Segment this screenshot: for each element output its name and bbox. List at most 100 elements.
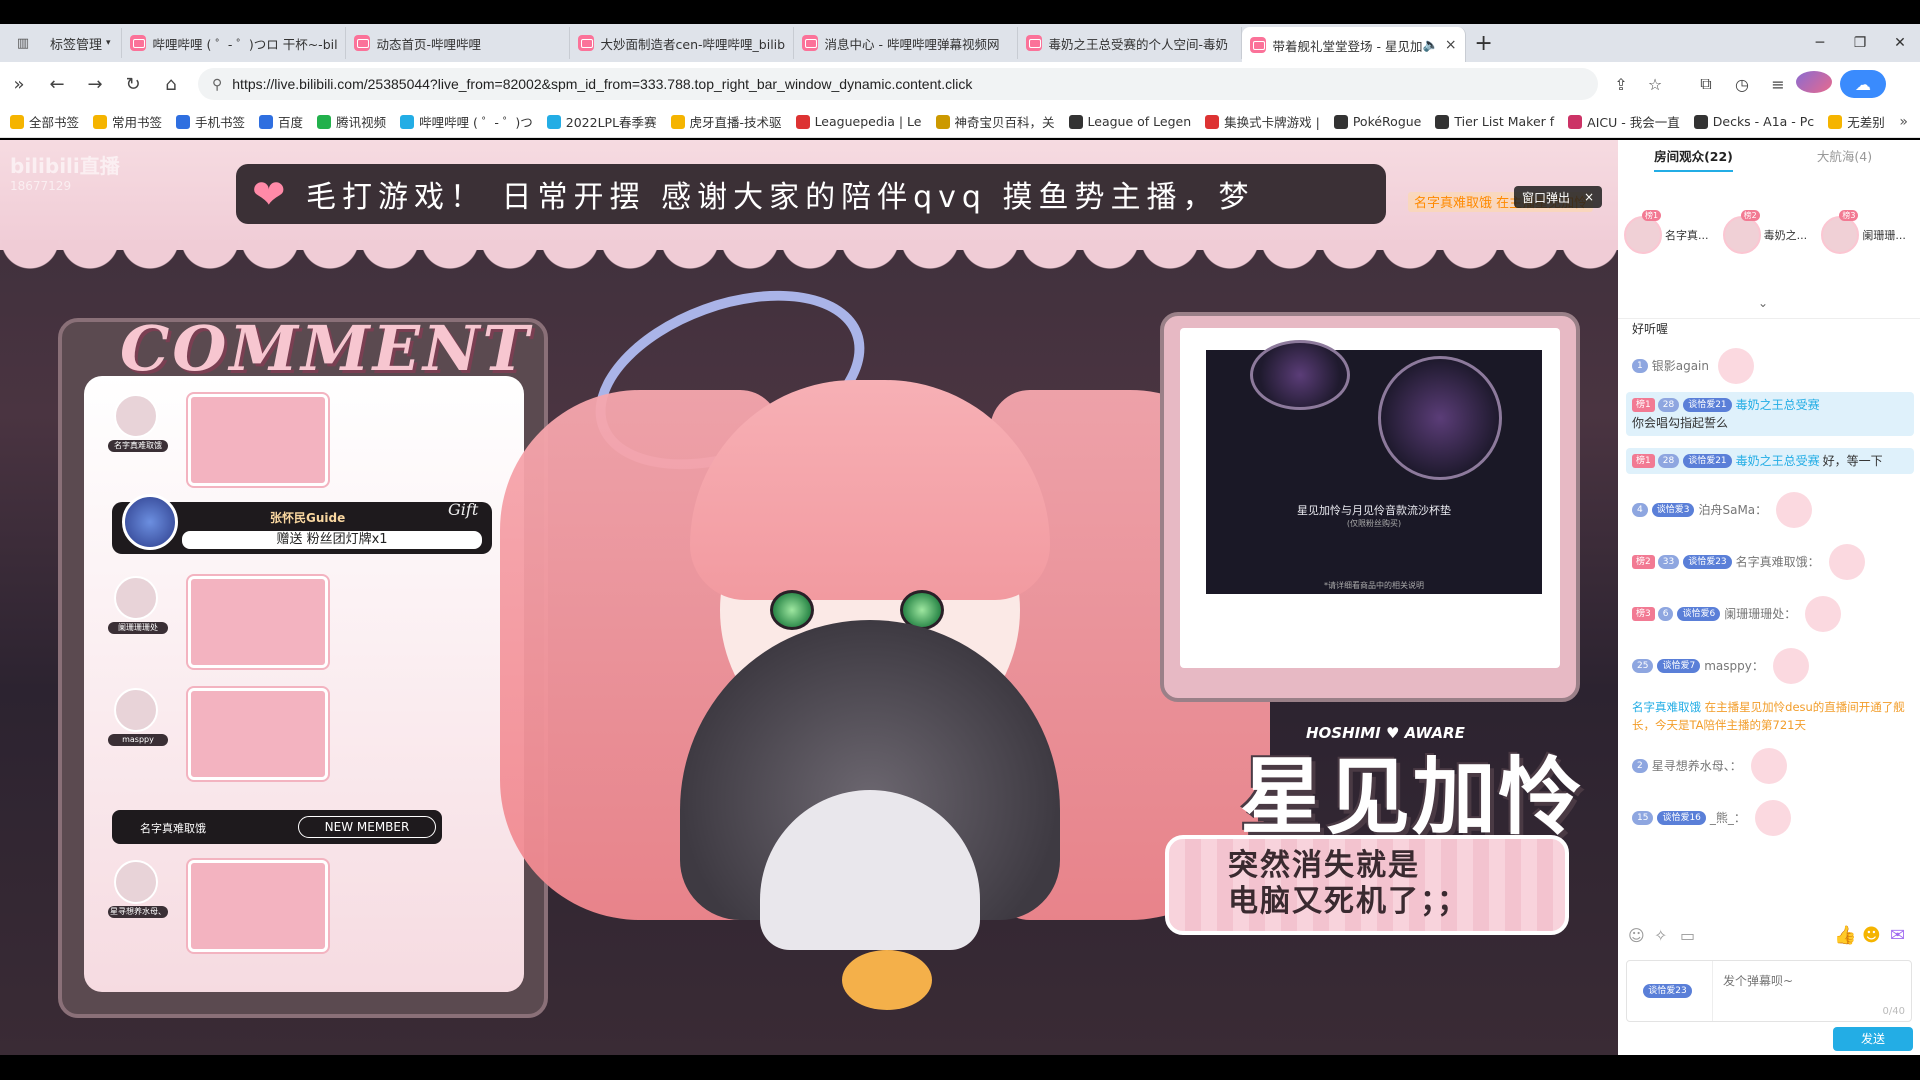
bookmark-label: 百度 <box>278 115 304 130</box>
bilibili-tv-icon <box>577 35 594 51</box>
chat-list: 好听喔 1 银影again 榜1 28 谈恰爱21 毒奶之王总受赛 你会唱勾指起… <box>1618 320 1920 920</box>
chat-user-name[interactable]: 泊舟SaMa： <box>1698 501 1767 519</box>
new-tab-button[interactable]: + <box>1466 31 1502 56</box>
close-icon[interactable]: × <box>1584 190 1594 204</box>
fan-medal: 谈恰爱7 <box>1657 659 1701 673</box>
menu-icon[interactable]: ≡ <box>1760 75 1796 94</box>
bookmark-item[interactable]: 哔哩哔哩 ( ゜- ゜)つ <box>400 112 533 131</box>
rank-badge: 榜3 <box>1632 607 1655 621</box>
home-icon[interactable]: ⌂ <box>152 74 190 95</box>
system-message: 名字真难取饿 在主播星见加怜desu的直播间开通了舰长，今天是TA陪伴主播的第7… <box>1632 698 1914 734</box>
chat-user-name[interactable]: 银影again <box>1652 357 1709 375</box>
chat-user-name[interactable]: 星寻想养水母、： <box>1652 757 1742 775</box>
chat-user-name[interactable]: 毒奶之王总受赛 <box>1736 452 1820 470</box>
reload-icon[interactable]: ↻ <box>114 74 152 95</box>
bookmark-item[interactable]: 手机书签 <box>176 112 245 131</box>
tab-messages[interactable]: 消息中心 - 哔哩哔哩弹幕视频网 <box>794 27 1018 59</box>
chat-user-name[interactable]: masppy： <box>1704 657 1764 675</box>
restore-icon[interactable]: ❐ <box>1840 35 1880 51</box>
chat-input[interactable] <box>1713 961 1911 1001</box>
sticker-image <box>188 576 328 668</box>
bookmark-item[interactable]: Leaguepedia | Le <box>795 114 922 129</box>
sparkle-icon[interactable]: ✧ <box>1654 926 1680 945</box>
share-icon[interactable]: ⇪ <box>1604 75 1638 94</box>
close-icon[interactable]: × <box>1445 37 1457 53</box>
bookmark-item[interactable]: 2022LPL春季赛 <box>546 112 657 131</box>
bookmark-item[interactable]: 腾讯视频 <box>317 112 386 131</box>
tab-dynamic[interactable]: 动态首页-哔哩哔哩 <box>346 27 570 59</box>
back-icon[interactable]: ← <box>38 74 76 95</box>
bookmark-icon <box>546 114 561 129</box>
minimize-icon[interactable]: ─ <box>1800 35 1840 51</box>
bookmark-item[interactable]: 全部书签 <box>10 112 79 131</box>
profile-avatar[interactable] <box>1796 71 1832 97</box>
emoji-icon[interactable]: ☺ <box>1628 926 1654 945</box>
fan-medal: 谈恰爱21 <box>1683 454 1732 468</box>
marquee-banner: 毛打游戏！ 日常开摆 感谢大家的陪伴qvq 摸鱼势主播，梦 <box>236 164 1386 224</box>
double-chevron-icon[interactable]: » <box>0 74 38 95</box>
comment-user-name: masppy <box>108 734 168 746</box>
bookmark-item[interactable]: PokéRogue <box>1333 114 1421 129</box>
tab-title: 消息中心 - 哔哩哔哩弹幕视频网 <box>824 36 1000 52</box>
bookmark-item[interactable]: Tier List Maker f <box>1435 114 1554 129</box>
url-field[interactable]: ⚲ https://live.bilibili.com/25385044?liv… <box>198 68 1598 100</box>
tab-fleet[interactable]: 大航海(4) <box>1769 140 1920 176</box>
like-icon[interactable]: 👍 <box>1834 925 1862 946</box>
tab-user-space[interactable]: 毒奶之王总受赛的个人空间-毒奶 <box>1018 27 1242 59</box>
chat-message: 4 谈恰爱3 泊舟SaMa： <box>1632 492 1920 528</box>
emote-face-icon[interactable]: ☻ <box>1862 925 1890 946</box>
bookmark-label: 2022LPL春季赛 <box>565 115 657 130</box>
bookmark-manager-tab[interactable]: 标签管理 ▾ <box>40 28 122 58</box>
tab-bilibili-home[interactable]: 哔哩哔哩 ( ゜- ゜)つロ 干杯~-bili <box>122 27 346 59</box>
top-viewer[interactable]: 榜3 阑珊珊... <box>1821 210 1920 260</box>
bookmark-item[interactable]: 百度 <box>259 112 303 131</box>
chevron-down-icon[interactable]: ⌄ <box>1758 296 1768 310</box>
emote-image <box>1718 348 1754 384</box>
level-badge: 28 <box>1657 454 1680 468</box>
input-medal[interactable]: 谈恰爱23 <box>1627 961 1713 1021</box>
message-icon[interactable]: ▭ <box>1680 926 1706 945</box>
tab-live-room[interactable]: 带着舰礼堂堂登场 - 星见加 🔈 × <box>1241 27 1466 63</box>
system-user-name[interactable]: 名字真难取饿 <box>1632 700 1701 714</box>
bilibili-tv-icon <box>129 35 146 51</box>
bookmark-item[interactable]: 无差别 <box>1828 112 1885 131</box>
popout-button[interactable]: 窗口弹出 × <box>1514 186 1603 208</box>
bookmark-item[interactable]: League of Legen <box>1068 114 1191 129</box>
star-icon[interactable]: ☆ <box>1638 75 1672 94</box>
cloud-sync-icon[interactable]: ☁ <box>1840 70 1886 98</box>
top-viewer[interactable]: 榜1 名字真... <box>1624 210 1723 260</box>
tab-room-audience[interactable]: 房间观众(22) <box>1618 140 1769 176</box>
comment-user-name: 星寻想养水母、 <box>108 906 168 918</box>
chat-user-name[interactable]: 阑珊珊珊处： <box>1724 605 1796 623</box>
bookmark-icon <box>10 114 24 129</box>
forward-icon[interactable]: → <box>76 74 114 95</box>
bookmark-icon <box>1828 114 1843 129</box>
bookmark-item[interactable]: 常用书签 <box>93 112 162 131</box>
char-counter: 0/40 <box>1882 1006 1905 1017</box>
chat-message: 榜2 33 谈恰爱23 名字真难取饿： <box>1632 544 1920 580</box>
chat-user-name[interactable]: 名字真难取饿： <box>1736 553 1820 571</box>
speaker-icon[interactable]: 🔈 <box>1423 38 1439 53</box>
more-bookmarks-icon[interactable]: » <box>1899 114 1908 130</box>
screen-bottom-band <box>0 1055 1920 1080</box>
history-icon[interactable]: ◷ <box>1724 75 1760 94</box>
top-viewer[interactable]: 榜2 毒奶之... <box>1722 210 1822 260</box>
extensions-icon[interactable]: ⧉ <box>1688 74 1724 94</box>
avatar <box>1821 216 1860 254</box>
sidebar-toggle-icon[interactable]: ▥ <box>6 31 40 55</box>
bookmark-item[interactable]: 虎牙直播-技术驱 <box>670 112 782 131</box>
chat-bubble-icon[interactable]: ✉ <box>1890 925 1918 946</box>
comment-list: 名字真难取饿 阑珊珊珊处 masppy 星寻想养水母、 <box>84 376 524 992</box>
level-badge: 28 <box>1657 398 1680 412</box>
close-window-icon[interactable]: ✕ <box>1880 35 1920 51</box>
bookmark-item[interactable]: 神奇宝贝百科，关 <box>935 112 1055 131</box>
chat-message: 1 银影again <box>1632 348 1920 384</box>
bookmark-item[interactable]: 集换式卡牌游戏 | <box>1205 112 1320 131</box>
rank-badge: 榜2 <box>1740 210 1760 221</box>
chat-user-name[interactable]: _熊_： <box>1710 809 1746 827</box>
bookmark-item[interactable]: AICU - 我会一直 <box>1568 112 1680 131</box>
send-button[interactable]: 发送 <box>1833 1027 1913 1051</box>
bookmark-item[interactable]: Decks - A1a - Pc <box>1693 114 1814 129</box>
chat-user-name[interactable]: 毒奶之王总受赛 <box>1736 396 1820 414</box>
tab-creator[interactable]: 大妙面制造者cen-哔哩哔哩_bilib <box>570 27 794 59</box>
